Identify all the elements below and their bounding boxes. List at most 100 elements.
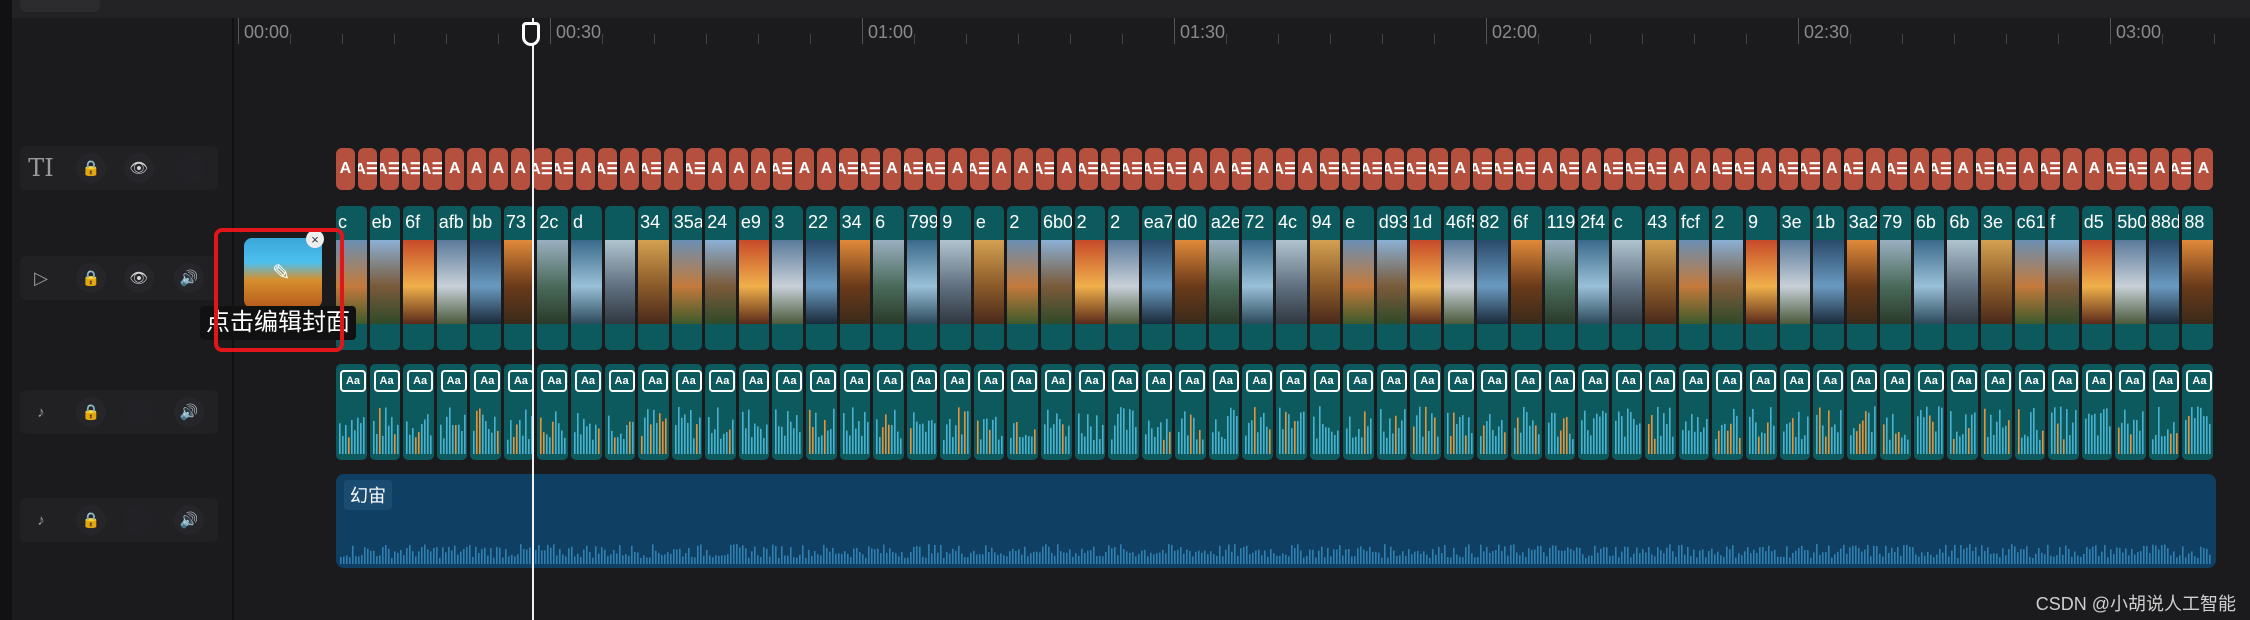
text-clip[interactable]: A☰ <box>2172 148 2192 190</box>
text-clip[interactable]: A☰ <box>1122 148 1142 190</box>
video-clip[interactable]: d0 <box>1175 206 1206 350</box>
text-clip[interactable]: A <box>2062 148 2082 190</box>
sfx-clip[interactable]: Aa <box>906 364 938 460</box>
sfx-clip[interactable]: Aa <box>671 364 703 460</box>
sfx-clip[interactable]: Aa <box>1913 364 1945 460</box>
lock-icon[interactable]: 🔒 <box>76 263 106 293</box>
text-clip[interactable]: A☰ <box>1975 148 1995 190</box>
text-clip[interactable]: A <box>1188 148 1208 190</box>
text-clip[interactable]: A☰ <box>1341 148 1361 190</box>
text-clip[interactable]: A <box>1756 148 1776 190</box>
text-clip[interactable]: A☰ <box>401 148 421 190</box>
video-clip[interactable]: f <box>2048 206 2079 350</box>
text-clip[interactable]: A <box>1822 148 1842 190</box>
text-clip[interactable]: A <box>620 148 640 190</box>
video-clip[interactable]: 3a2 <box>1846 206 1878 350</box>
sfx-clip[interactable]: Aa <box>470 364 501 460</box>
sfx-clip[interactable]: Aa <box>738 364 770 460</box>
text-clip[interactable]: A☰ <box>1101 148 1120 190</box>
text-clip[interactable]: A☰ <box>1625 148 1645 190</box>
text-clip[interactable]: A <box>467 148 487 190</box>
volume-icon[interactable]: 🔊 <box>174 397 204 427</box>
text-clip[interactable]: A☰ <box>926 148 946 190</box>
text-clip[interactable]: A☰ <box>904 148 924 190</box>
text-clip[interactable]: A☰ <box>2128 148 2148 190</box>
video-clip[interactable]: 46f5 <box>1443 206 1475 350</box>
sfx-clip[interactable]: Aa <box>571 364 602 460</box>
sfx-clip[interactable]: Aa <box>1242 364 1273 460</box>
video-clip[interactable]: 6b0 <box>1041 206 1072 350</box>
sfx-clip[interactable]: Aa <box>2115 364 2146 460</box>
sfx-clip[interactable]: Aa <box>336 364 367 460</box>
text-clip[interactable]: A <box>882 148 902 190</box>
sfx-clip[interactable]: Aa <box>1880 364 1911 460</box>
sfx-clip[interactable]: Aa <box>1947 364 1978 460</box>
sfx-clip[interactable]: Aa <box>772 364 803 460</box>
text-clip[interactable]: A☰ <box>1800 148 1820 190</box>
text-clip[interactable]: A☰ <box>1647 148 1667 190</box>
sfx-clip[interactable]: Aa <box>1477 364 1508 460</box>
video-clip[interactable]: 3e <box>1981 206 2012 350</box>
video-clip[interactable]: 88 <box>2182 206 2213 350</box>
volume-icon[interactable]: 🔊 <box>174 263 204 293</box>
video-clip[interactable]: 7999 <box>906 206 938 350</box>
text-clip[interactable]: A <box>2194 148 2213 190</box>
video-clip[interactable]: 3e <box>1779 206 1811 350</box>
video-clip[interactable] <box>604 206 636 350</box>
video-clip[interactable]: 9 <box>1746 206 1777 350</box>
sfx-clip[interactable]: Aa <box>1309 364 1341 460</box>
text-clip[interactable]: A <box>1866 148 1886 190</box>
text-clip[interactable]: A☰ <box>1603 148 1623 190</box>
video-clip[interactable]: 3 <box>772 206 803 350</box>
sfx-clip[interactable]: Aa <box>1544 364 1576 460</box>
text-clip[interactable]: A <box>1538 148 1558 190</box>
text-clip[interactable]: A <box>576 148 596 190</box>
text-clip[interactable]: A☰ <box>1713 148 1733 190</box>
text-clip[interactable]: A☰ <box>1363 148 1383 190</box>
video-clip[interactable]: 88d <box>2148 206 2180 350</box>
sfx-clip[interactable]: Aa <box>403 364 434 460</box>
text-clip[interactable]: A <box>1013 148 1033 190</box>
text-clip[interactable]: A☰ <box>1144 148 1164 190</box>
sfx-clip[interactable]: Aa <box>806 364 837 460</box>
text-clip[interactable]: A <box>663 148 683 190</box>
video-clip[interactable]: 1b <box>1813 206 1844 350</box>
text-clip[interactable]: A☰ <box>1079 148 1099 190</box>
text-clip[interactable]: A <box>948 148 967 190</box>
video-clip[interactable]: ea7 <box>1141 206 1173 350</box>
playhead-handle[interactable] <box>522 22 540 46</box>
text-clip[interactable]: A☰ <box>423 148 443 190</box>
text-clip[interactable]: A☰ <box>1166 148 1186 190</box>
sfx-clip[interactable]: Aa <box>1074 364 1106 460</box>
video-clip[interactable]: 119c <box>1544 206 1576 350</box>
sfx-clip[interactable]: Aa <box>537 364 568 460</box>
text-clip[interactable]: A☰ <box>2106 148 2126 190</box>
eye-icon[interactable]: 👁 <box>124 263 154 293</box>
video-clip[interactable]: c <box>1611 206 1643 350</box>
sfx-clip[interactable]: Aa <box>1678 364 1710 460</box>
video-clip[interactable]: 79 <box>1880 206 1911 350</box>
video-clip[interactable]: 24 <box>705 206 736 350</box>
video-clip[interactable]: 6b <box>1947 206 1978 350</box>
sfx-clip[interactable]: Aa <box>1981 364 2012 460</box>
text-clip[interactable]: A <box>2084 148 2104 190</box>
lock-icon[interactable]: 🔒 <box>76 153 106 183</box>
video-clip[interactable]: eb <box>369 206 401 350</box>
sfx-clip[interactable]: Aa <box>638 364 669 460</box>
text-clip[interactable]: A☰ <box>838 148 858 190</box>
video-clip[interactable]: 73 <box>503 206 535 350</box>
text-clip[interactable]: A☰ <box>1035 148 1055 190</box>
sfx-clip[interactable]: Aa <box>873 364 904 460</box>
text-clip[interactable]: A☰ <box>969 148 989 190</box>
sfx-clip[interactable]: Aa <box>1511 364 1542 460</box>
sfx-clip[interactable]: Aa <box>1779 364 1811 460</box>
video-clip[interactable]: 4c <box>1276 206 1307 350</box>
video-clip[interactable]: 5b0 <box>2115 206 2146 350</box>
sfx-clip[interactable]: Aa <box>369 364 401 460</box>
text-clip[interactable]: A☰ <box>379 148 399 190</box>
text-clip[interactable]: A☰ <box>773 148 793 190</box>
text-clip[interactable]: A☰ <box>1407 148 1427 190</box>
lock-icon[interactable]: 🔒 <box>76 397 106 427</box>
video-clip[interactable]: 34 <box>839 206 871 350</box>
sfx-clip[interactable]: Aa <box>1746 364 1777 460</box>
